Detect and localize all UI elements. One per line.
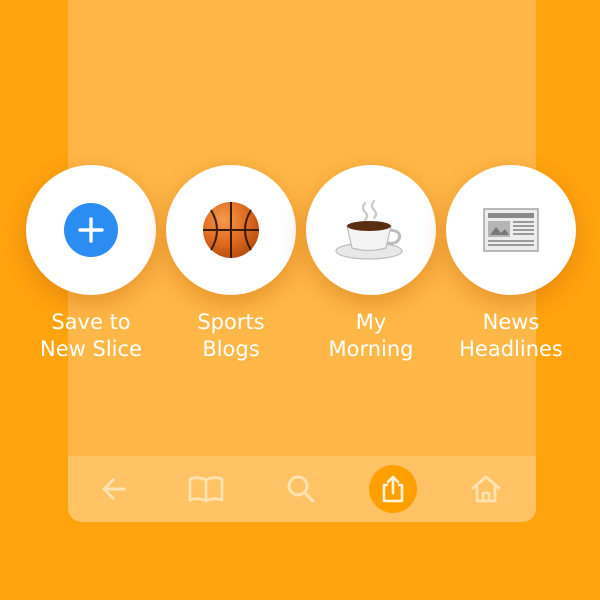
search-icon	[287, 475, 315, 503]
slice-news-label: News Headlines	[459, 310, 563, 361]
share-button[interactable]	[369, 465, 417, 513]
coffee-cup-icon	[335, 199, 403, 260]
back-arrow-icon	[102, 478, 126, 500]
back-button[interactable]	[90, 465, 138, 513]
home-button[interactable]	[462, 465, 510, 513]
slice-new[interactable]: Save to New Slice	[26, 165, 156, 363]
slice-my-morning[interactable]: My Morning	[306, 165, 436, 363]
bookmarks-button[interactable]	[182, 465, 230, 513]
slice-sports-blogs[interactable]: Sports Blogs	[166, 165, 296, 363]
plus-icon	[64, 203, 118, 257]
home-icon	[471, 475, 501, 503]
slice-news-circle[interactable]	[446, 165, 576, 295]
slice-morning-circle[interactable]	[306, 165, 436, 295]
slice-new-circle[interactable]	[26, 165, 156, 295]
slice-news-headlines[interactable]: News Headlines	[446, 165, 576, 363]
newspaper-icon	[483, 208, 539, 252]
bottom-toolbar	[68, 456, 536, 522]
book-icon	[188, 476, 224, 503]
share-icon	[382, 475, 404, 503]
search-button[interactable]	[277, 465, 325, 513]
slice-sports-circle[interactable]	[166, 165, 296, 295]
basketball-icon	[203, 202, 259, 258]
slice-picker: Save to New Slice Sports Blogs My Mornin…	[0, 165, 600, 365]
